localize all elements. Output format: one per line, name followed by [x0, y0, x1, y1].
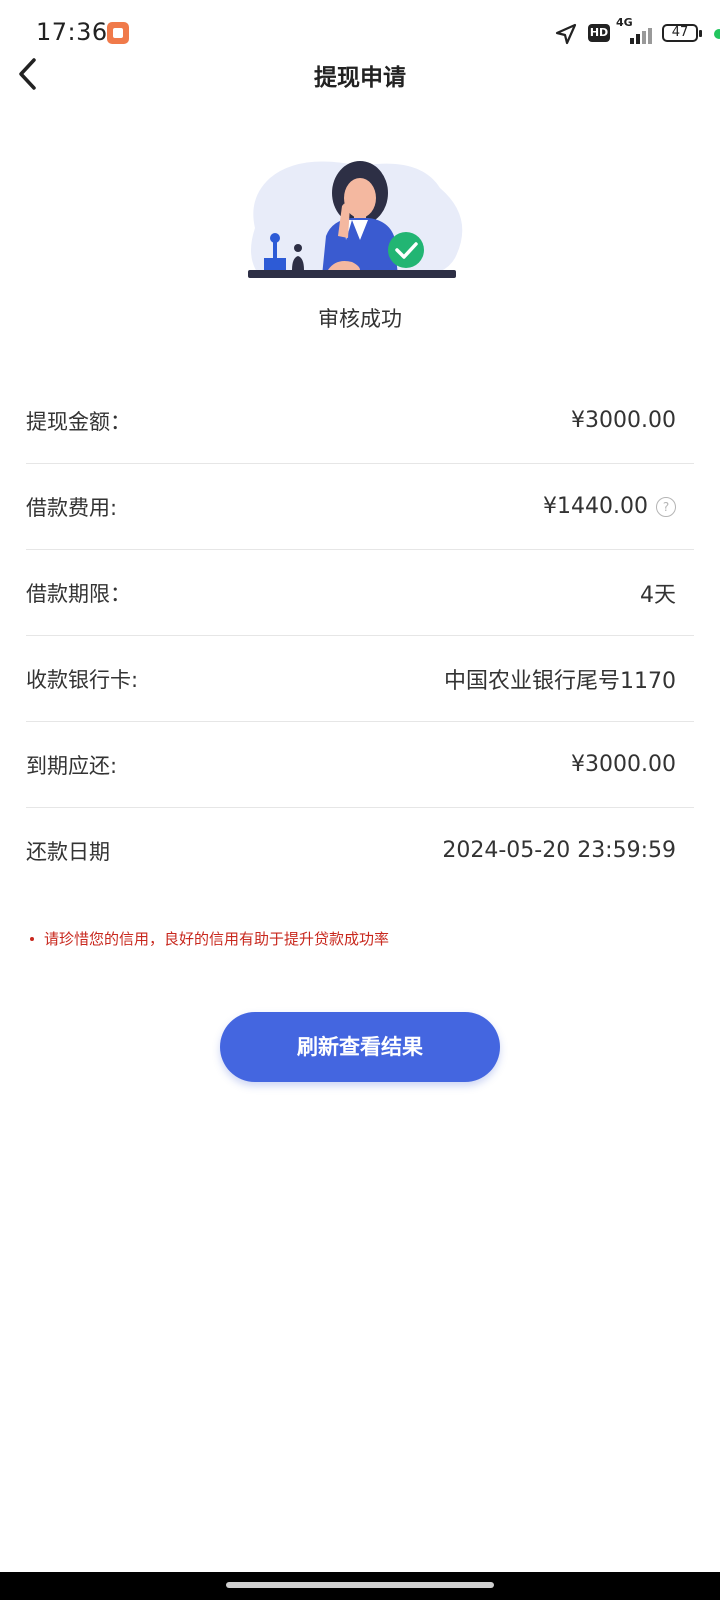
detail-value: ¥3000.00	[571, 752, 676, 777]
detail-row-fee: 借款费用: ¥1440.00 ?	[26, 464, 694, 550]
page-title: 提现申请	[314, 65, 406, 91]
detail-value: 4天	[640, 582, 676, 608]
active-dot	[714, 29, 720, 39]
detail-label: 收款银行卡:	[26, 667, 139, 692]
notice-text: 请珍惜您的信用，良好的信用有助于提升贷款成功率	[44, 930, 390, 948]
refresh-result-button[interactable]: 刷新查看结果	[220, 1012, 500, 1082]
detail-label: 借款费用:	[26, 495, 118, 520]
detail-value: 2024-05-20 23:59:59	[442, 838, 676, 863]
detail-row-amount: 提现金额： ¥3000.00	[26, 378, 694, 464]
withdrawal-details: 提现金额： ¥3000.00 借款费用: ¥1440.00 ? 借款期限： 4天…	[26, 378, 694, 893]
detail-row-bank-card: 收款银行卡: 中国农业银行尾号1170	[26, 636, 694, 722]
detail-label: 还款日期	[26, 839, 110, 864]
status-time: 17:36	[36, 18, 108, 46]
battery-icon: 47	[662, 24, 702, 42]
system-nav-bar	[0, 1572, 720, 1600]
question-icon[interactable]: ?	[656, 496, 676, 517]
bullet-icon	[30, 936, 34, 941]
header: 提现申请	[0, 52, 720, 100]
detail-label: 借款期限：	[26, 581, 131, 606]
detail-value: ¥1440.00 ?	[543, 494, 694, 519]
detail-value: 中国农业银行尾号1170	[444, 668, 676, 694]
detail-label: 提现金额：	[26, 409, 131, 434]
hd-icon: HD	[588, 24, 610, 42]
location-arrow-icon	[555, 23, 577, 45]
home-indicator[interactable]	[226, 1582, 494, 1588]
detail-value: ¥3000.00	[571, 408, 676, 433]
success-illustration	[248, 161, 463, 278]
detail-row-term: 借款期限： 4天	[26, 550, 694, 636]
review-status: 审核成功	[318, 307, 402, 331]
detail-row-repay-date: 还款日期 2024-05-20 23:59:59	[26, 808, 694, 893]
detail-label: 到期应还:	[26, 753, 118, 778]
signal-icon	[630, 28, 652, 44]
app-notification-icon	[107, 22, 129, 44]
credit-notice: 请珍惜您的信用，良好的信用有助于提升贷款成功率	[30, 928, 389, 949]
detail-row-due-amount: 到期应还: ¥3000.00	[26, 722, 694, 808]
